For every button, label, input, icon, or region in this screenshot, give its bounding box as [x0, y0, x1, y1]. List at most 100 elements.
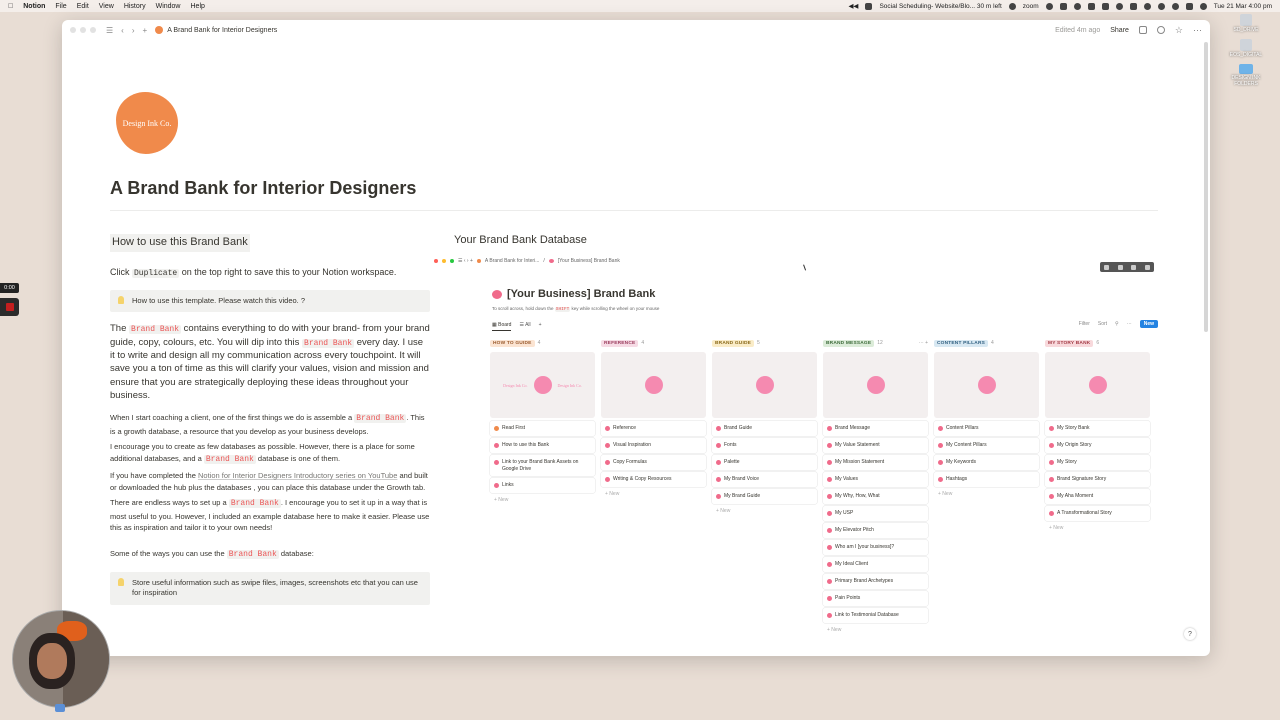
add-new-card-button[interactable]: + New: [601, 489, 706, 499]
board-card[interactable]: My Origin Story: [1045, 438, 1150, 453]
help-button[interactable]: ?: [1184, 628, 1196, 640]
board-card[interactable]: Links: [490, 478, 595, 493]
cloud-icon[interactable]: [1115, 2, 1123, 10]
card-cover-image[interactable]: [823, 352, 928, 418]
setup-paragraph[interactable]: There are endless ways to set up a Brand…: [110, 497, 430, 534]
apple-icon[interactable]: : [8, 3, 13, 10]
comments-icon[interactable]: [1138, 26, 1147, 34]
share-button[interactable]: Share: [1110, 27, 1129, 34]
menu-window[interactable]: Window: [156, 3, 181, 10]
youtube-series-link[interactable]: Notion for Interior Designers Introducto…: [198, 471, 397, 480]
board-card[interactable]: Reference: [601, 421, 706, 436]
menu-view[interactable]: View: [99, 3, 114, 10]
board-card[interactable]: Link to your Brand Bank Assets on Google…: [490, 455, 595, 476]
board-card[interactable]: My Content Pillars: [934, 438, 1039, 453]
menu-edit[interactable]: Edit: [77, 3, 89, 10]
desktop-item-design-ink-folders[interactable]: DESIGN INK FOLDERS: [1224, 64, 1268, 87]
menu-history[interactable]: History: [124, 3, 146, 10]
column-header[interactable]: BRAND MESSAGE 12 ··· +: [823, 338, 928, 348]
board-card[interactable]: My Keywords: [934, 455, 1039, 470]
status-text[interactable]: Social Scheduling- Website/Blo... 30 m l…: [879, 3, 1001, 10]
clipboard-icon[interactable]: [1059, 2, 1067, 10]
card-cover-image[interactable]: [934, 352, 1039, 418]
updates-clock-icon[interactable]: [1156, 26, 1165, 34]
menu-file[interactable]: File: [55, 3, 66, 10]
tab-board[interactable]: ▦ Board: [492, 322, 512, 331]
forward-arrow-icon[interactable]: ›: [132, 26, 135, 35]
board-card[interactable]: Link to Testimonial Database: [823, 608, 928, 623]
board-card[interactable]: My USP: [823, 506, 928, 521]
add-new-card-button[interactable]: + New: [1045, 523, 1150, 533]
board-card[interactable]: Content Pillars: [934, 421, 1039, 436]
add-new-card-button[interactable]: + New: [823, 625, 928, 635]
column-header[interactable]: REFERENCE 4: [601, 338, 706, 348]
wifi-icon[interactable]: [1157, 2, 1165, 10]
board-card[interactable]: Brand Signature Story: [1045, 472, 1150, 487]
databases-paragraph[interactable]: I encourage you to create as few databas…: [110, 441, 430, 466]
search-icon[interactable]: [1171, 2, 1179, 10]
video-callout[interactable]: How to use this template. Please watch t…: [110, 289, 430, 313]
board-card[interactable]: Copy Formulas: [601, 455, 706, 470]
new-page-plus-icon[interactable]: +: [143, 26, 148, 35]
desktop-item-sd-drive[interactable]: SD_DRIVE: [1233, 14, 1259, 33]
board-card[interactable]: Pain Points: [823, 591, 928, 606]
desktop-item-eos-digital[interactable]: EOS_DIGITAL: [1230, 39, 1262, 58]
board-card[interactable]: A Transformational Story: [1045, 506, 1150, 521]
board-card[interactable]: My Story: [1045, 455, 1150, 470]
how-to-heading[interactable]: How to use this Brand Bank: [110, 234, 250, 252]
app-menu-notion[interactable]: Notion: [23, 3, 45, 10]
board-card[interactable]: Primary Brand Archetypes: [823, 574, 928, 589]
minimize-window-button[interactable]: [80, 27, 86, 33]
column-header[interactable]: MY STORY BANK 6: [1045, 338, 1150, 348]
stop-recording-button[interactable]: [0, 298, 19, 316]
screen-icon[interactable]: [1101, 2, 1109, 10]
battery-icon[interactable]: [1129, 2, 1137, 10]
menu-help[interactable]: Help: [191, 3, 205, 10]
board-card[interactable]: Read First: [490, 421, 595, 436]
board-card[interactable]: How to use this Bank: [490, 438, 595, 453]
clock-datetime[interactable]: Tue 21 Mar 4:00 pm: [1214, 3, 1272, 10]
grammarly-icon[interactable]: [1045, 2, 1053, 10]
media-back-icon[interactable]: ◀◀: [848, 2, 858, 10]
inspiration-callout[interactable]: Store useful information such as swipe f…: [110, 571, 430, 606]
more-options-icon[interactable]: ···: [1193, 25, 1202, 35]
add-new-card-button[interactable]: + New: [490, 495, 595, 505]
column-header[interactable]: BRAND GUIDE 5: [712, 338, 817, 348]
board-card[interactable]: Palette: [712, 455, 817, 470]
card-cover-image[interactable]: [1045, 352, 1150, 418]
page-scrollbar[interactable]: [1204, 42, 1208, 332]
ways-to-use-paragraph[interactable]: Some of the ways you can use the Brand B…: [110, 548, 430, 561]
board-card[interactable]: My Story Bank: [1045, 421, 1150, 436]
column-header[interactable]: CONTENT PILLARS 4: [934, 338, 1039, 348]
youtube-series-paragraph[interactable]: If you have completed the Notion for Int…: [110, 470, 430, 493]
maximize-window-button[interactable]: [90, 27, 96, 33]
search-icon[interactable]: ⚲: [1115, 321, 1119, 327]
webcam-bubble[interactable]: [12, 610, 110, 708]
database-title[interactable]: [Your Business] Brand Bank: [492, 288, 655, 300]
bluetooth-icon[interactable]: [1143, 2, 1151, 10]
board-card[interactable]: My Mission Statement: [823, 455, 928, 470]
recording-timer[interactable]: 0:00: [0, 283, 19, 293]
embed-toolbar[interactable]: [1100, 262, 1154, 272]
card-cover-image[interactable]: [712, 352, 817, 418]
siri-icon[interactable]: [1199, 2, 1207, 10]
board-card[interactable]: Brand Message: [823, 421, 928, 436]
new-button[interactable]: New: [1139, 320, 1158, 328]
calendar-icon[interactable]: [865, 2, 873, 10]
card-cover-image[interactable]: Design Ink Co. Design Ink Co.: [490, 352, 595, 418]
gear-icon[interactable]: [1008, 2, 1016, 10]
board-card[interactable]: Hashtags: [934, 472, 1039, 487]
board-card[interactable]: Brand Guide: [712, 421, 817, 436]
breadcrumb[interactable]: A Brand Bank for Interior Designers: [155, 26, 277, 34]
board-card[interactable]: My Elevator Pitch: [823, 523, 928, 538]
zoom-label[interactable]: zoom: [1023, 3, 1039, 10]
sidebar-toggle-icon[interactable]: ☰: [106, 26, 113, 35]
close-window-button[interactable]: [70, 27, 76, 33]
board-card[interactable]: My Value Statement: [823, 438, 928, 453]
camera-badge-icon[interactable]: [55, 704, 65, 712]
record-icon[interactable]: [1073, 2, 1081, 10]
add-new-card-button[interactable]: + New: [712, 506, 817, 516]
tab-all[interactable]: ☰ All: [519, 322, 530, 331]
more-options-icon[interactable]: ···: [1127, 321, 1132, 327]
board-card[interactable]: My Aha Moment: [1045, 489, 1150, 504]
